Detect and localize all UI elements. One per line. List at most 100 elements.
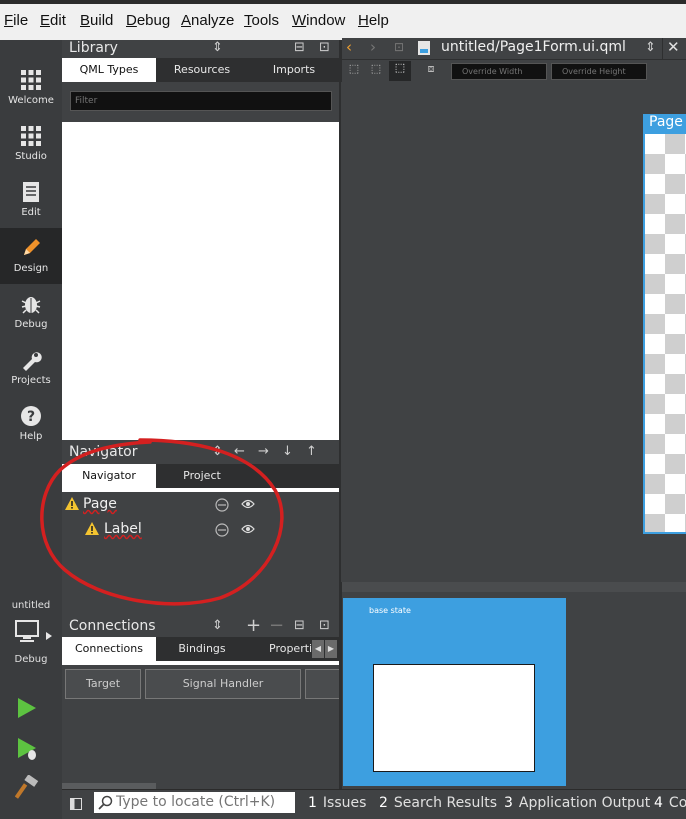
tab-navigator[interactable]: Navigator [62, 464, 156, 488]
nav-forward-icon[interactable]: › [370, 38, 376, 56]
tree-item-page[interactable]: Page [62, 494, 340, 518]
menu-analyze[interactable]: Analyze [181, 12, 234, 29]
override-height-input[interactable] [551, 63, 647, 80]
kit-config-label: Debug [14, 654, 48, 665]
library-filter-input[interactable] [70, 91, 332, 111]
menu-help[interactable]: Help [358, 12, 389, 29]
mode-edit[interactable]: Edit [0, 172, 62, 228]
menu-build[interactable]: Build [80, 12, 113, 29]
tab-qml-types[interactable]: QML Types [62, 58, 156, 82]
output-pane-search-results[interactable]: 2 Search Results [379, 795, 497, 811]
tab-connections[interactable]: Connections [62, 637, 156, 661]
page-item-label[interactable]: Page [643, 114, 686, 134]
mode-label: Help [19, 431, 43, 442]
column-target[interactable]: Target [65, 669, 141, 699]
page-item-canvas[interactable] [643, 134, 686, 534]
mode-welcome[interactable]: Welcome [0, 60, 62, 116]
locator-field[interactable] [94, 792, 295, 813]
navigator-tabs: Navigator Project [62, 464, 340, 488]
column-signal-handler[interactable]: Signal Handler [145, 669, 301, 699]
output-pane-number: 1 [308, 795, 317, 811]
eye-icon[interactable] [241, 498, 255, 510]
mode-sidebar: Welcome Studio Edit Design Debug Project… [0, 40, 62, 811]
help-icon: ? [21, 406, 41, 426]
mode-studio[interactable]: Studio [0, 116, 62, 172]
divider [662, 38, 663, 60]
close-editor-icon[interactable]: ✕ [667, 38, 680, 56]
library-tabs: QML Types Resources Imports [62, 58, 340, 82]
anchor-tool-icon[interactable]: ⬚ [345, 62, 363, 80]
mode-label: Welcome [8, 95, 54, 106]
mode-help[interactable]: ? Help [0, 396, 62, 452]
menu-tools[interactable]: Tools [244, 12, 279, 29]
updown-arrow-icon[interactable]: ⇕ [645, 40, 656, 55]
menu-file[interactable]: File [4, 12, 28, 29]
toggle-sidebar-icon[interactable] [70, 798, 82, 810]
document-icon [23, 182, 39, 202]
locator-input[interactable] [116, 793, 292, 811]
menu-debug[interactable]: Debug [126, 12, 170, 29]
tab-scroll-left-icon[interactable]: ◀ [312, 640, 324, 658]
status-bar: 1 Issues 2 Search Results 3 Application Out… [62, 789, 686, 819]
output-pane-issues[interactable]: 1 Issues [308, 795, 366, 811]
tab-properties[interactable]: Properti [248, 637, 314, 661]
tab-project[interactable]: Project [156, 464, 248, 488]
bug-icon [21, 297, 41, 314]
updown-arrow-icon[interactable]: ⇕ [212, 618, 223, 633]
add-icon[interactable]: + [246, 615, 261, 636]
remove-icon[interactable]: − [269, 615, 284, 636]
alias-export-icon[interactable] [215, 523, 229, 537]
close-panel-icon[interactable]: ⊡ [319, 40, 330, 55]
eye-icon[interactable] [241, 523, 255, 535]
menu-window[interactable]: Window [292, 12, 345, 29]
output-pane-application-output[interactable]: 3 Application Output [504, 795, 650, 811]
library-list [62, 122, 340, 440]
warning-icon [85, 522, 99, 535]
svg-text:?: ? [27, 409, 35, 425]
output-pane-compile-output[interactable]: 4 Co [654, 795, 686, 811]
editor-file-name[interactable]: untitled/Page1Form.ui.qml [441, 39, 626, 55]
state-name: base state [369, 606, 411, 615]
run-icon[interactable] [16, 696, 38, 720]
split-icon[interactable]: ⊟ [294, 40, 305, 55]
output-pane-number: 4 [654, 795, 663, 811]
tab-scroll-right-icon[interactable]: ▶ [325, 640, 337, 658]
state-base[interactable]: base state [343, 598, 566, 786]
arrow-down-icon[interactable]: ↓ [282, 444, 293, 459]
close-panel-icon[interactable]: ⊡ [319, 618, 330, 633]
kit-selector[interactable]: Debug [0, 616, 62, 668]
grid-icon [21, 126, 41, 146]
menu-edit[interactable]: Edit [40, 12, 66, 29]
tab-bindings[interactable]: Bindings [156, 637, 248, 661]
mode-projects[interactable]: Projects [0, 340, 62, 396]
updown-arrow-icon[interactable]: ⇕ [212, 40, 223, 55]
output-pane-number: 3 [504, 795, 513, 811]
arrow-up-icon[interactable]: ↑ [306, 444, 317, 459]
editor-file-bar: ‹ › ⊡ untitled/Page1Form.ui.qml ⇕ ✕ [342, 38, 686, 60]
alias-export-icon[interactable] [215, 498, 229, 512]
kit-project-label: untitled [11, 600, 51, 611]
mode-design[interactable]: Design [0, 228, 62, 284]
lock-icon: ⊡ [394, 40, 405, 54]
debug-run-icon[interactable] [16, 736, 40, 762]
arrow-right-icon[interactable]: → [258, 444, 269, 459]
tab-resources[interactable]: Resources [156, 58, 248, 82]
snap-anchor-tool-icon[interactable]: ⬚ [389, 61, 411, 81]
arrow-left-icon[interactable]: ← [234, 444, 245, 459]
bounding-box-icon[interactable]: ⧈ [422, 62, 440, 80]
build-hammer-icon[interactable] [15, 775, 41, 799]
form-canvas[interactable]: Page [341, 82, 686, 582]
mode-label: Debug [14, 319, 48, 330]
snap-tool-icon[interactable]: ⬚ [367, 62, 385, 80]
nav-back-icon[interactable]: ‹ [346, 38, 352, 56]
library-filter-area [62, 82, 340, 122]
split-icon[interactable]: ⊟ [294, 618, 305, 633]
override-width-input[interactable] [451, 63, 547, 80]
tree-item-label-node[interactable]: Label [62, 519, 340, 543]
mode-debug[interactable]: Debug [0, 284, 62, 340]
tree-item-label: Page [83, 496, 117, 512]
canvas-horizontal-scrollbar[interactable] [342, 582, 686, 592]
tab-imports[interactable]: Imports [248, 58, 340, 82]
updown-arrow-icon[interactable]: ⇕ [212, 444, 223, 459]
form-editor-toolbar: ⬚ ⬚ ⬚ ⧈ [342, 61, 686, 82]
